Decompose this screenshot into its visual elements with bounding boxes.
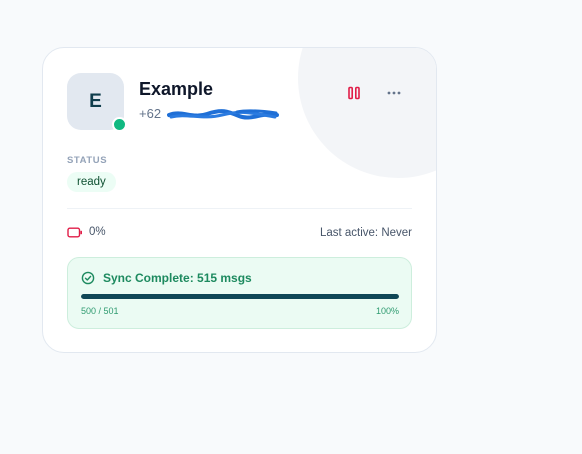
divider xyxy=(67,208,412,209)
check-circle-icon xyxy=(81,271,95,285)
more-options-button[interactable] xyxy=(381,81,407,105)
redaction-scribble xyxy=(167,109,279,120)
online-status-dot xyxy=(112,117,127,132)
corner-decoration xyxy=(298,48,436,178)
pause-icon xyxy=(348,86,360,100)
sync-count: 500 / 501 xyxy=(81,306,119,316)
sync-header: Sync Complete: 515 msgs xyxy=(81,271,252,285)
pause-button[interactable] xyxy=(341,81,367,105)
status-label: STATUS xyxy=(67,155,108,166)
battery-percentage: 0% xyxy=(89,226,106,238)
status-value: ready xyxy=(77,176,106,188)
phone-number: +62 xyxy=(139,106,279,121)
last-active-text: Last active: Never xyxy=(319,227,412,239)
sync-status-panel: Sync Complete: 515 msgs 500 / 501 100% xyxy=(67,257,412,329)
sync-progress-fill xyxy=(81,294,399,299)
device-name: Example xyxy=(139,79,214,99)
sync-percent: 100% xyxy=(375,306,399,316)
status-badge: ready xyxy=(67,172,116,192)
sync-title: Sync Complete: 515 msgs xyxy=(103,271,252,285)
sync-progress-bar xyxy=(81,294,399,299)
phone-prefix: +62 xyxy=(139,106,162,121)
battery-icon xyxy=(67,227,82,238)
battery-indicator: 0% xyxy=(67,226,106,238)
device-card: E Example +62 STATUS ready 0% Last activ… xyxy=(42,47,437,353)
avatar-letter: E xyxy=(89,90,102,112)
more-horizontal-icon xyxy=(387,91,401,95)
